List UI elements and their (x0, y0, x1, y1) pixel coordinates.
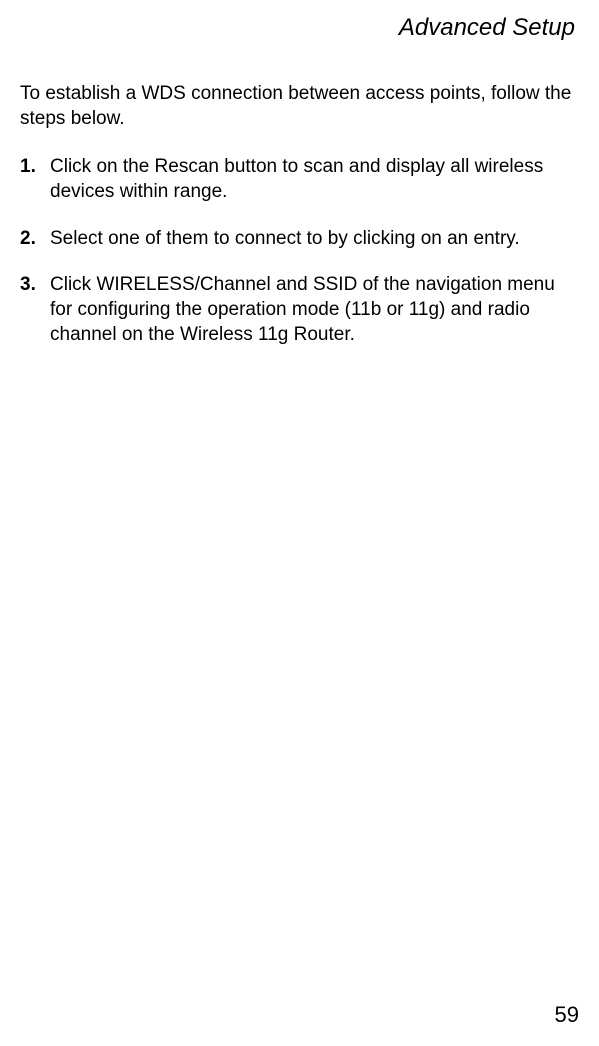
step-number: 3. (20, 273, 50, 347)
page-number: 59 (555, 1002, 579, 1028)
step-text: Select one of them to connect to by clic… (50, 227, 579, 252)
step-text: Click on the Rescan button to scan and d… (50, 155, 579, 204)
step-text: Click WIRELESS/Channel and SSID of the n… (50, 273, 579, 347)
steps-list: 1. Click on the Rescan button to scan an… (20, 155, 579, 347)
step-number: 1. (20, 155, 50, 204)
step-item: 2. Select one of them to connect to by c… (20, 227, 579, 252)
step-item: 3. Click WIRELESS/Channel and SSID of th… (20, 273, 579, 347)
page-header-title: Advanced Setup (20, 14, 575, 42)
step-number: 2. (20, 227, 50, 252)
intro-paragraph: To establish a WDS connection between ac… (20, 82, 579, 131)
step-item: 1. Click on the Rescan button to scan an… (20, 155, 579, 204)
